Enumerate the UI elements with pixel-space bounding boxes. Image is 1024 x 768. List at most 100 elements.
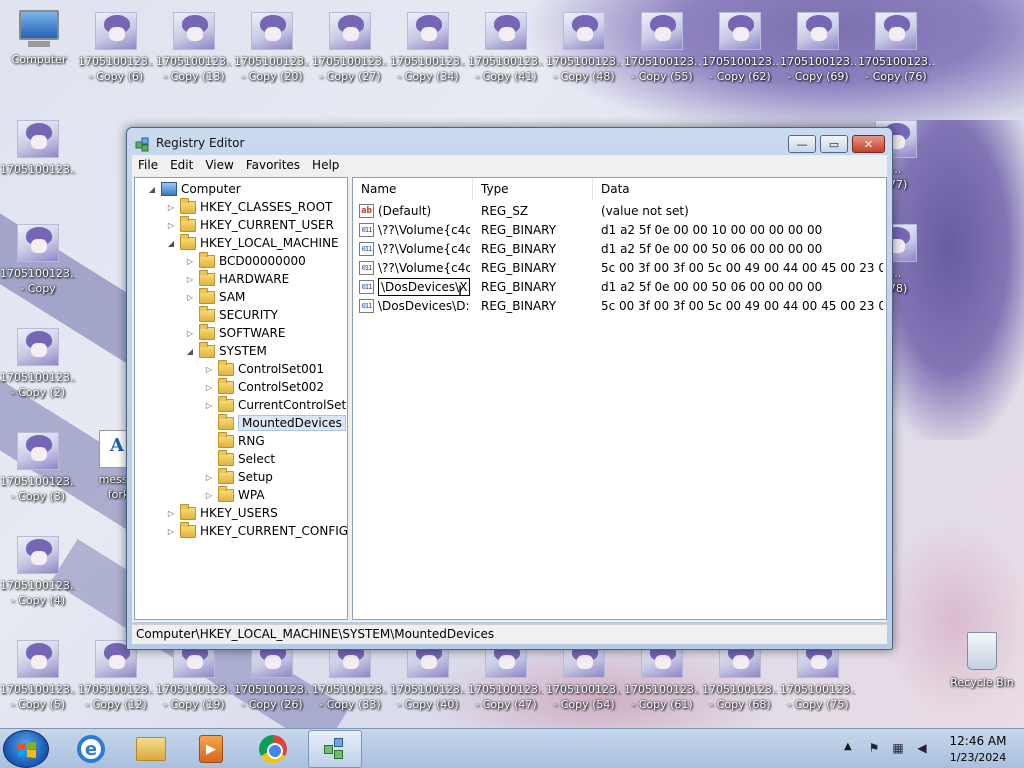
desktop-icon-image[interactable]: 1705100123... - Copy (48) <box>546 12 622 96</box>
tree-node[interactable]: ▷ HKEY_CURRENT_USER <box>166 215 334 234</box>
expand-arrow-icon[interactable]: ▷ <box>185 328 195 338</box>
expand-arrow-icon[interactable]: ▷ <box>166 526 176 536</box>
tree-node[interactable]: ▷ ControlSet001 <box>204 359 324 378</box>
flag-icon[interactable]: ⚑ <box>866 740 882 756</box>
taskbar-file-explorer[interactable] <box>124 730 178 768</box>
column-header-type[interactable]: Type <box>473 178 593 200</box>
desktop-icon-image[interactable]: 1705100123... - Copy (68) <box>702 640 778 724</box>
menu-view[interactable]: View <box>199 155 239 175</box>
minimize-button[interactable]: — <box>788 135 816 153</box>
expand-arrow-icon[interactable]: ▷ <box>204 400 214 410</box>
tree-node[interactable]: SECURITY <box>185 305 278 324</box>
taskbar-internet-explorer[interactable]: e <box>64 730 118 768</box>
expand-arrow-icon[interactable]: ▷ <box>166 220 176 230</box>
desktop-icon-image[interactable]: 1705100123... - Copy (27) <box>312 12 388 96</box>
column-header-name[interactable]: Name <box>353 178 473 200</box>
tree-node[interactable]: ▷ CurrentControlSet <box>204 395 347 414</box>
taskbar-media-player[interactable]: ▶ <box>184 730 238 768</box>
tree-node[interactable]: ▷ ControlSet002 <box>204 377 324 396</box>
desktop-icon-image[interactable]: 1705100123... - Copy (12) <box>78 640 154 724</box>
menu-favorites[interactable]: Favorites <box>240 155 306 175</box>
expand-arrow-icon[interactable]: ▷ <box>204 472 214 482</box>
expand-arrow-icon[interactable]: ▷ <box>185 256 195 266</box>
desktop-icon-image[interactable]: 1705100123... - Copy (6) <box>78 12 154 96</box>
desktop-icon-image[interactable]: 1705100123... - Copy (54) <box>546 640 622 724</box>
desktop-icon-image[interactable]: 1705100123... - Copy (3) <box>0 432 76 516</box>
tree-node[interactable]: ▷ HKEY_CURRENT_CONFIG <box>166 521 347 540</box>
desktop-icon-computer[interactable]: Computer <box>6 10 72 80</box>
desktop-icon-image[interactable]: 1705100123... - Copy (40) <box>390 640 466 724</box>
expand-arrow-icon[interactable]: ▷ <box>204 490 214 500</box>
value-row[interactable]: 011 \??\Volume{c4c... REG_BINARY 5c 00 3f 0… <box>353 259 886 278</box>
value-row[interactable]: 011 \DosDevices\D: REG_BINARY 5c 00 3f 00 3… <box>353 297 886 316</box>
tree-node-label: SAM <box>219 290 246 304</box>
expand-arrow-icon[interactable]: ▷ <box>185 274 195 284</box>
desktop-icon-image[interactable]: 1705100123... - Copy (76) <box>858 12 934 96</box>
desktop-icon-recycle-bin[interactable]: Recycle Bin <box>944 630 1020 704</box>
maximize-button[interactable]: ▭ <box>820 135 848 153</box>
menu-edit[interactable]: Edit <box>164 155 199 175</box>
tree-node[interactable]: ▷ Setup <box>204 467 273 486</box>
desktop-icon-image[interactable]: 1705100123... - Copy (34) <box>390 12 466 96</box>
value-row[interactable]: 011 \DosDevices\X: REG_BINARY d1 a2 5f 0e 0… <box>353 278 886 297</box>
desktop-icon-image[interactable]: 1705100123... - Copy (41) <box>468 12 544 96</box>
start-button[interactable] <box>3 730 49 768</box>
desktop-icon-image[interactable]: 1705100123... - Copy (75) <box>780 640 856 724</box>
show-hidden-icons-button[interactable]: ▲ <box>844 741 852 752</box>
desktop-icon-image[interactable]: 1705100123... - Copy (4) <box>0 536 76 620</box>
collapse-arrow-icon[interactable]: ◢ <box>147 184 157 194</box>
binary-value-icon: 011 <box>359 261 374 275</box>
desktop-icon-image[interactable]: 1705100123... - Copy (20) <box>234 12 310 96</box>
expand-arrow-icon[interactable]: ▷ <box>204 364 214 374</box>
expand-arrow-icon[interactable]: ▷ <box>204 382 214 392</box>
desktop-icon-image[interactable]: 1705100123... - Copy (5) <box>0 640 76 724</box>
value-row[interactable]: 011 \??\Volume{c4c... REG_BINARY d1 a2 5f 0… <box>353 240 886 259</box>
desktop-icon-image[interactable]: 1705100123... <box>0 120 76 204</box>
tree-node[interactable]: ▷ HKEY_USERS <box>166 503 278 522</box>
expand-arrow-icon[interactable]: ▷ <box>166 508 176 518</box>
desktop-icon-image[interactable]: 1705100123... - Copy (2) <box>0 328 76 412</box>
desktop-icon-image[interactable]: 1705100123... - Copy (19) <box>156 640 232 724</box>
tree-node[interactable]: ▷ HKEY_CLASSES_ROOT <box>166 197 332 216</box>
desktop-icon-image[interactable]: 1705100123... - Copy <box>0 224 76 308</box>
menu-file[interactable]: File <box>132 155 164 175</box>
tree-node[interactable]: ▷ HARDWARE <box>185 269 289 288</box>
tree-node[interactable]: ◢ SYSTEM <box>185 341 267 360</box>
desktop-icon-image[interactable]: 1705100123... - Copy (55) <box>624 12 700 96</box>
desktop-icon-image[interactable]: 1705100123... - Copy (26) <box>234 640 310 724</box>
desktop-icon-image[interactable]: 1705100123... - Copy (13) <box>156 12 232 96</box>
taskbar-chrome[interactable] <box>246 730 300 768</box>
tree-node[interactable]: ▷ SAM <box>185 287 246 306</box>
taskbar-registry-editor[interactable] <box>308 730 362 768</box>
menu-help[interactable]: Help <box>306 155 345 175</box>
network-icon[interactable]: ▦ <box>890 740 906 756</box>
desktop-icon-image[interactable]: 1705100123... - Copy (61) <box>624 640 700 724</box>
tree-node[interactable]: Select <box>204 449 275 468</box>
value-row[interactable]: ab (Default) REG_SZ (value not set) <box>353 202 886 221</box>
tree-node[interactable]: ▷ SOFTWARE <box>185 323 285 342</box>
collapse-arrow-icon[interactable]: ◢ <box>185 346 195 356</box>
volume-icon[interactable]: ◀ <box>914 740 930 756</box>
values-list-pane[interactable]: Name Type Data ab (Default) REG_SZ (value n… <box>352 177 887 620</box>
tree-node[interactable]: MountedDevices <box>204 413 346 432</box>
expand-arrow-icon[interactable]: ▷ <box>185 292 195 302</box>
close-button[interactable]: ✕ <box>852 135 885 153</box>
rename-input[interactable]: \DosDevices\X: <box>378 278 470 296</box>
key-tree-pane[interactable]: ◢ Computer ▷ HKEY_CLASSES_ROOT ▷ HKEY_CURRENT… <box>134 177 348 620</box>
tree-node[interactable]: ▷ WPA <box>204 485 265 504</box>
tree-node-label: HKEY_USERS <box>200 506 278 520</box>
tree-node[interactable]: ◢ HKEY_LOCAL_MACHINE <box>166 233 339 252</box>
desktop-icon-image[interactable]: 1705100123... - Copy (62) <box>702 12 778 96</box>
value-row[interactable]: 011 \??\Volume{c4c... REG_BINARY d1 a2 5f 0… <box>353 221 886 240</box>
desktop-icon-image[interactable]: 1705100123... - Copy (33) <box>312 640 388 724</box>
collapse-arrow-icon[interactable]: ◢ <box>166 238 176 248</box>
tree-node[interactable]: ▷ BCD00000000 <box>185 251 306 270</box>
tree-node[interactable]: RNG <box>204 431 265 450</box>
desktop-icon-image[interactable]: 1705100123... - Copy (69) <box>780 12 856 96</box>
tree-node[interactable]: ◢ Computer <box>147 180 241 198</box>
folder-icon <box>180 215 196 232</box>
desktop-icon-image[interactable]: 1705100123... - Copy (47) <box>468 640 544 724</box>
column-header-data[interactable]: Data <box>593 178 886 200</box>
tree-node-label: CurrentControlSet <box>238 398 347 412</box>
expand-arrow-icon[interactable]: ▷ <box>166 202 176 212</box>
